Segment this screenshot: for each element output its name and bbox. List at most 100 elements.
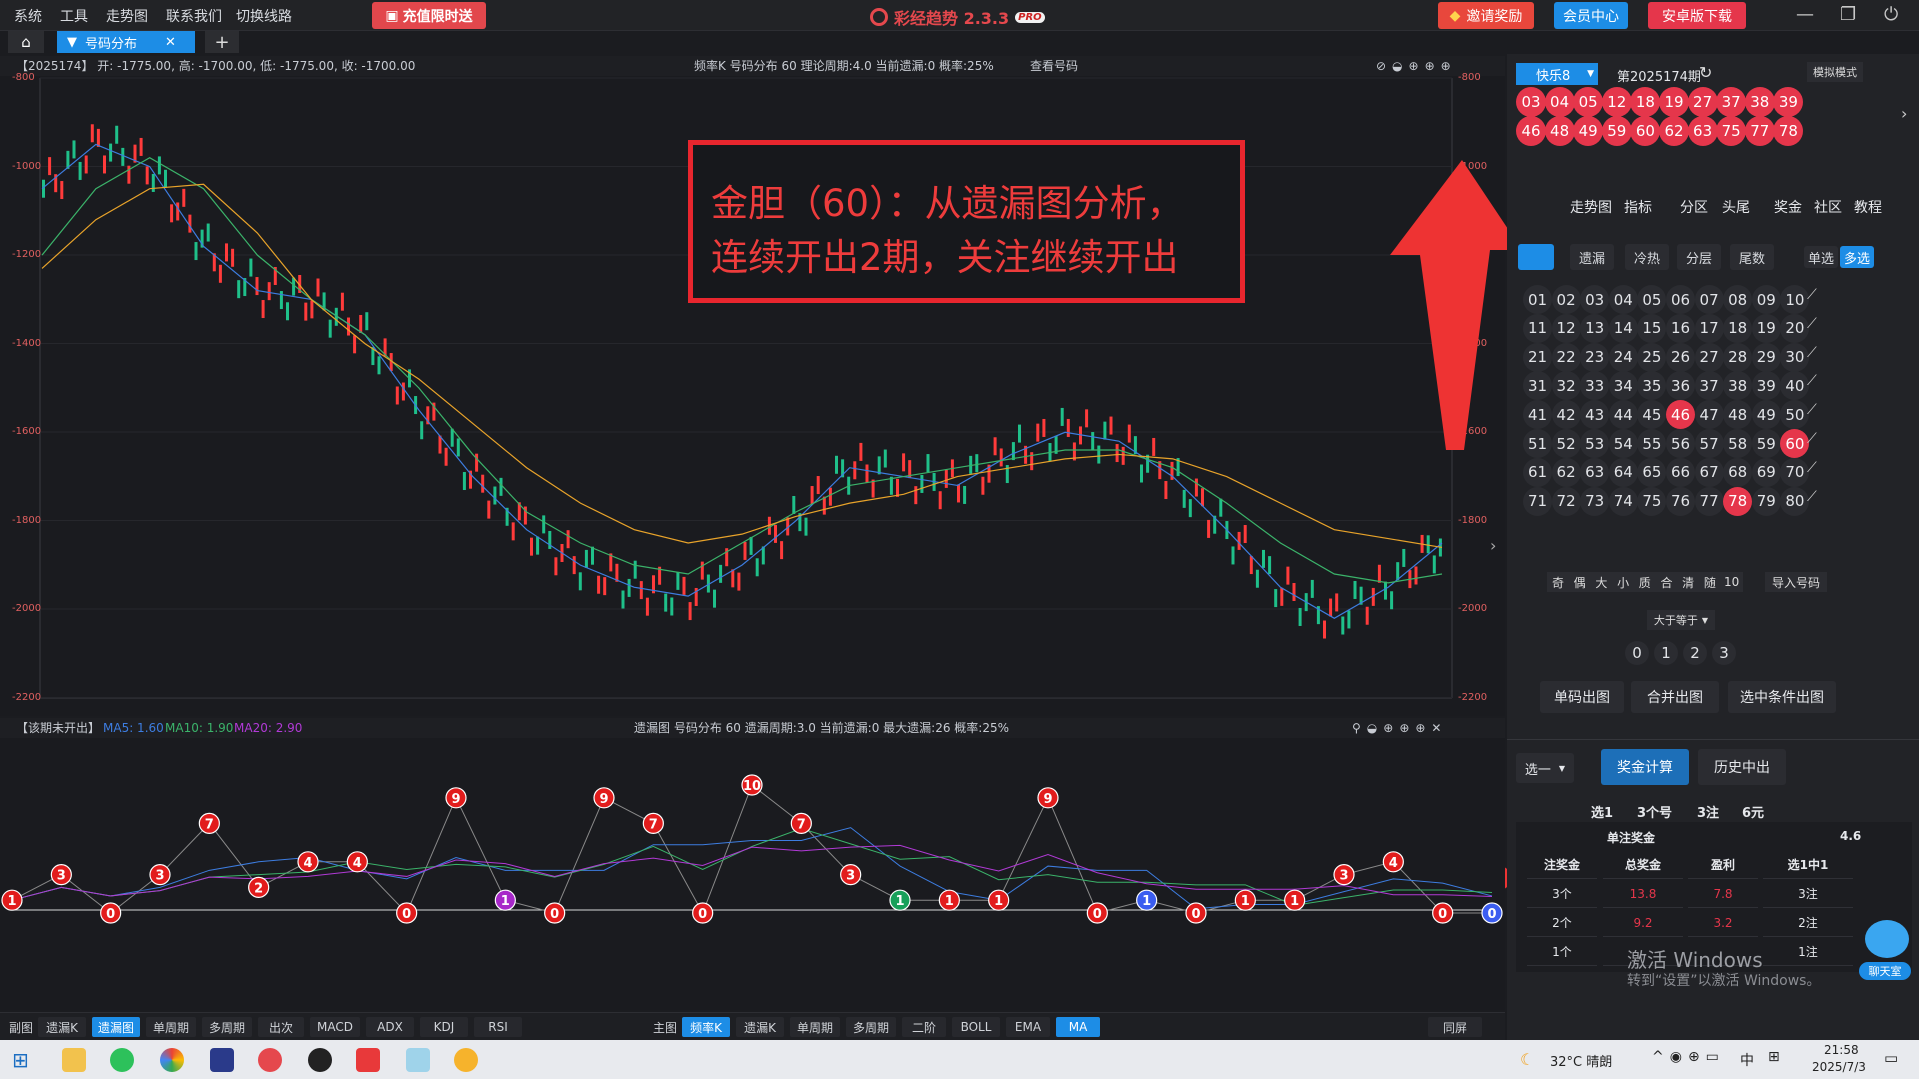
nav-3[interactable]: 头尾 [1722,197,1750,217]
number-36[interactable]: 36 [1666,371,1695,401]
number-65[interactable]: 65 [1637,457,1667,487]
filter-2[interactable]: 大 [1590,572,1613,592]
nav-4[interactable]: 奖金 [1774,197,1802,217]
number-58[interactable]: 58 [1723,429,1753,458]
subtab-first[interactable] [1518,244,1554,270]
trend-chart-icon[interactable]: ⟋ [1807,316,1817,332]
filter-1[interactable]: 偶 [1568,572,1591,592]
windows-start-icon[interactable]: ⊞ [12,1048,29,1072]
trend-chart-icon[interactable]: ⟋ [1807,287,1817,303]
restore-icon[interactable]: ❐ [1840,4,1856,25]
number-40[interactable]: 40 [1780,371,1810,401]
wps-icon[interactable] [356,1048,380,1072]
trend-chart-icon[interactable]: ⟋ [1807,460,1817,476]
number-60[interactable]: 60 [1780,429,1810,458]
number-47[interactable]: 47 [1694,400,1724,430]
number-27[interactable]: 27 [1694,342,1724,372]
number-23[interactable]: 23 [1580,342,1610,372]
number-55[interactable]: 55 [1637,429,1667,458]
sync-screen-button[interactable]: 同屏 [1428,1017,1482,1037]
number-08[interactable]: 08 [1723,285,1753,314]
number-21[interactable]: 21 [1523,342,1552,372]
bottom-right-2[interactable]: 遗漏K [736,1017,784,1037]
number-14[interactable]: 14 [1608,313,1638,343]
bottom-right-5[interactable]: 二阶 [902,1017,946,1037]
number-45[interactable]: 45 [1637,400,1667,430]
history-button[interactable]: 历史中出 [1698,749,1786,785]
bottom-left-3[interactable]: 单周期 [146,1017,196,1037]
bottom-right-6[interactable]: BOLL [952,1017,1000,1037]
trend-chart-icon[interactable]: ⟋ [1807,431,1817,447]
filter-5[interactable]: 合 [1655,572,1678,592]
number-02[interactable]: 02 [1551,285,1581,314]
number-80[interactable]: 80 [1780,486,1810,516]
number-48[interactable]: 48 [1723,400,1753,430]
choose-select[interactable]: 选一 ▼ [1516,753,1574,783]
number-56[interactable]: 56 [1666,429,1695,458]
app-icon-2[interactable] [406,1048,430,1072]
number-29[interactable]: 29 [1751,342,1781,372]
chevron-right-icon[interactable]: › [1901,104,1907,123]
number-22[interactable]: 22 [1551,342,1581,372]
number-49[interactable]: 49 [1751,400,1781,430]
number-07[interactable]: 07 [1694,285,1724,314]
number-72[interactable]: 72 [1551,486,1581,516]
add-tab-button[interactable]: + [205,31,239,53]
action-1[interactable]: 合并出图 [1631,681,1719,713]
omission-chart[interactable]: 1 3 0 3 7 2 4 4 0 9 1 0 9 7 0 10 7 3 1 1 1 9 0 1 0 1 1 3 4 0 0 [0,738,1505,1010]
notification-icon[interactable]: ▭ [1884,1049,1898,1067]
number-64[interactable]: 64 [1608,457,1638,487]
promo-button[interactable]: ▣ 充值限时送 [372,2,486,29]
filter-8[interactable]: 10 [1720,572,1743,592]
file-explorer-icon[interactable] [62,1048,86,1072]
number-50[interactable]: 50 [1780,400,1810,430]
number-76[interactable]: 76 [1666,486,1695,516]
number-31[interactable]: 31 [1523,371,1552,401]
single-select-button[interactable]: 单选 [1804,246,1838,268]
number-62[interactable]: 62 [1551,457,1581,487]
number-57[interactable]: 57 [1694,429,1724,458]
number-10[interactable]: 10 [1780,285,1810,314]
number-37[interactable]: 37 [1694,371,1724,401]
menu-trend[interactable]: 走势图 [106,6,148,26]
number-43[interactable]: 43 [1580,400,1610,430]
number-53[interactable]: 53 [1580,429,1610,458]
count-0[interactable]: 0 [1625,641,1649,665]
number-18[interactable]: 18 [1723,313,1753,343]
number-19[interactable]: 19 [1751,313,1781,343]
number-63[interactable]: 63 [1580,457,1610,487]
number-54[interactable]: 54 [1608,429,1638,458]
number-28[interactable]: 28 [1723,342,1753,372]
filter-4[interactable]: 质 [1633,572,1656,592]
chrome-icon[interactable] [160,1048,184,1072]
number-32[interactable]: 32 [1551,371,1581,401]
menu-tools[interactable]: 工具 [60,6,88,26]
number-52[interactable]: 52 [1551,429,1581,458]
chat-bubble-icon[interactable] [1865,920,1909,958]
bottom-right-4[interactable]: 多周期 [846,1017,896,1037]
keyboard-icon[interactable]: ⊞ [1768,1049,1780,1065]
bottom-left-1[interactable]: 遗漏K [38,1017,86,1037]
power-icon[interactable]: ⏻ [1884,4,1898,25]
trend-chart-icon[interactable]: ⟋ [1807,489,1817,505]
count-3[interactable]: 3 [1712,641,1736,665]
number-73[interactable]: 73 [1580,486,1610,516]
refresh-icon[interactable]: ↻ [1699,63,1712,82]
count-1[interactable]: 1 [1654,641,1678,665]
number-42[interactable]: 42 [1551,400,1581,430]
filter-6[interactable]: 清 [1677,572,1700,592]
bottom-left-6[interactable]: MACD [310,1017,360,1037]
subtab-1[interactable]: 冷热 [1625,244,1669,270]
number-69[interactable]: 69 [1751,457,1781,487]
home-tab[interactable]: ⌂ [8,31,44,53]
menu-system[interactable]: 系统 [14,6,42,26]
number-41[interactable]: 41 [1523,400,1552,430]
member-center-button[interactable]: 会员中心 [1554,2,1628,29]
number-05[interactable]: 05 [1637,285,1667,314]
nav-0[interactable]: 走势图 [1570,197,1612,217]
number-33[interactable]: 33 [1580,371,1610,401]
filter-3[interactable]: 小 [1612,572,1635,592]
number-38[interactable]: 38 [1723,371,1753,401]
minimize-icon[interactable]: — [1796,4,1814,25]
sim-mode-button[interactable]: 模拟模式 [1807,62,1863,82]
